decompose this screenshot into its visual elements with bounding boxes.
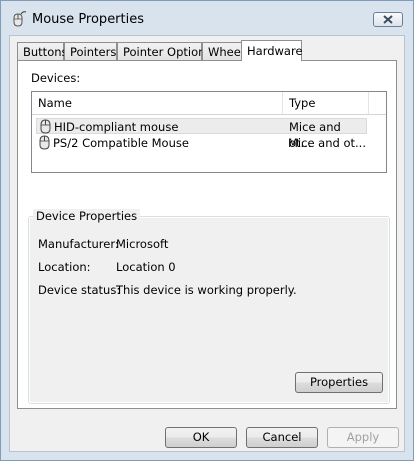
device-row-ps2-compatible-mouse[interactable]: PS/2 Compatible Mouse Mice and ot... [36,135,367,151]
manufacturer-value: Microsoft [116,237,169,251]
apply-button[interactable]: Apply [327,427,399,448]
tab-buttons[interactable]: Buttons [17,42,68,60]
tab-pointers[interactable]: Pointers [64,42,117,60]
properties-button[interactable]: Properties [295,372,383,393]
devices-label: Devices: [31,71,81,85]
device-row-hid-compliant-mouse[interactable]: HID-compliant mouse Mice and ot... [36,118,367,150]
cancel-button[interactable]: Cancel [246,427,318,448]
mouse-icon [11,11,27,27]
column-header-type[interactable]: Type [283,92,369,114]
hardware-tab-panel: Devices: Name Type HID-compliant mouse M… [17,60,397,409]
device-name: PS/2 Compatible Mouse [53,136,189,150]
window-title: Mouse Properties [32,12,145,27]
device-status-value: This device is working properly. [116,283,297,297]
close-icon [383,15,393,24]
device-type: Mice and ot... [288,136,366,150]
close-button[interactable] [373,12,403,27]
location-value: Location 0 [116,260,176,274]
mouse-icon [39,135,50,150]
device-name: HID-compliant mouse [54,120,179,134]
ok-button[interactable]: OK [165,427,237,448]
tab-pointer-options[interactable]: Pointer Options [117,42,211,60]
device-properties-group: Device Properties Manufacturer: Microsof… [28,209,390,404]
location-label: Location: [38,260,91,274]
column-header-name[interactable]: Name [32,92,283,114]
dialog-client-area: Buttons Pointers Pointer Options Wheel H… [9,35,405,452]
title-bar[interactable]: Mouse Properties [1,1,413,35]
device-properties-title: Device Properties [33,209,141,223]
device-status-label: Device status: [38,283,121,297]
mouse-properties-window: Mouse Properties Buttons Pointers Pointe… [0,0,414,461]
list-header: Name Type [32,92,386,115]
devices-list[interactable]: Name Type HID-compliant mouse Mice and o… [31,91,387,173]
mouse-icon [40,119,51,134]
tab-wheel[interactable]: Wheel [202,42,244,60]
manufacturer-label: Manufacturer: [38,237,119,251]
tab-hardware[interactable]: Hardware [241,40,303,61]
